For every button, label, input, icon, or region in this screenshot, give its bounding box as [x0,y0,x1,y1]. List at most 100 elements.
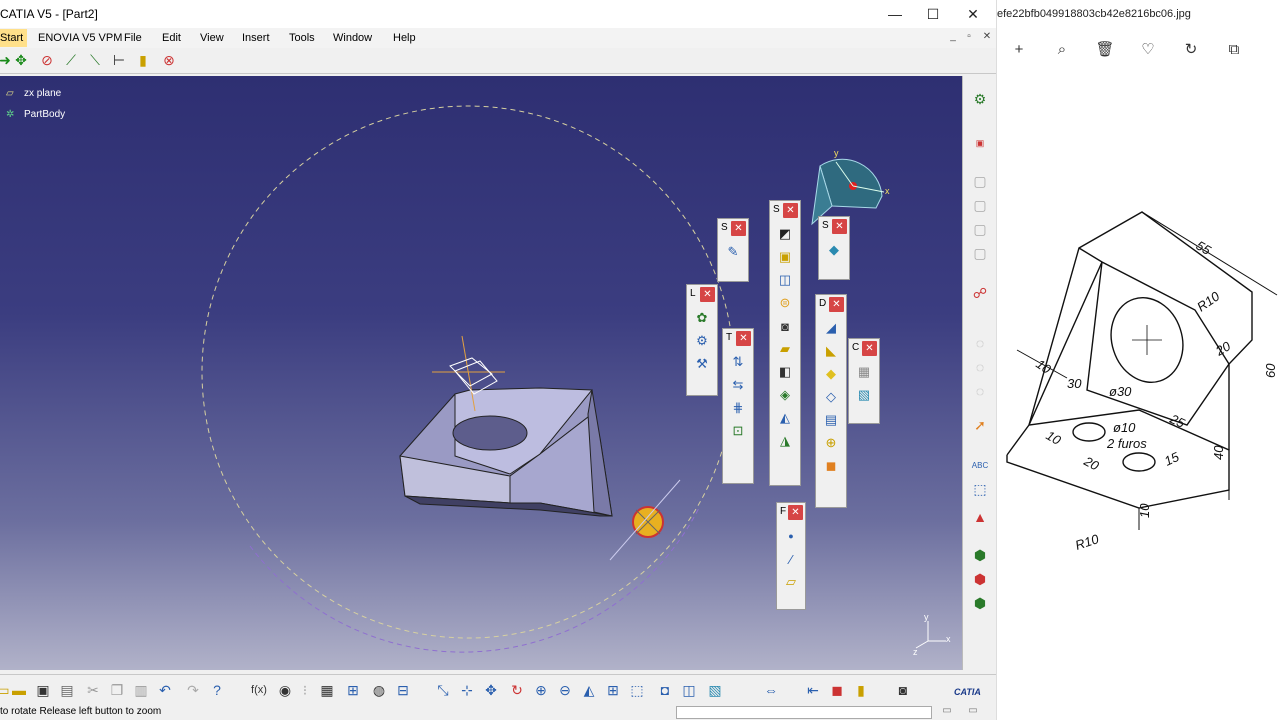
point-icon[interactable]: ● [781,526,801,546]
pan-icon[interactable]: ✥ [12,51,30,69]
analysis-2-icon[interactable]: ◌ [971,358,989,376]
material-icon[interactable]: ⬢ [971,546,989,564]
assemble-icon[interactable]: ⚙ [692,331,712,351]
draft-icon[interactable]: ◆ [821,364,841,384]
plane-tool-icon[interactable]: ▱ [781,572,801,592]
mirror-icon[interactable]: ⇆ [728,375,748,395]
stiffener-icon[interactable]: ◮ [775,431,795,451]
crop-icon[interactable]: ⧉ [1220,38,1248,62]
delete-icon[interactable]: 🗑 [1091,38,1119,62]
select-icon[interactable]: ⤡ [434,681,452,699]
measure-icon[interactable]: ⟋ [62,51,80,69]
folder-icon[interactable]: ▬ [10,681,28,699]
close-button[interactable]: ✕ [952,0,994,28]
thread-icon[interactable]: ⊕ [821,433,841,453]
fillet-icon[interactable]: ◢ [821,318,841,338]
boolean-icon[interactable]: ✿ [692,308,712,328]
3d-viewport[interactable]: ▱ zx plane ✲ PartBody y x y x z S ✕ ✎ S … [0,76,962,670]
print-icon[interactable]: ▤ [58,681,76,699]
split-icon[interactable]: ▦ [854,362,874,382]
menu-enovia[interactable]: ENOVIA V5 VPM [38,29,122,47]
redo-icon[interactable]: ↷ [184,681,202,699]
menu-insert[interactable]: Insert [242,29,270,47]
rotate-view-icon[interactable]: ↻ [508,681,526,699]
rotate-icon[interactable]: ↻ [1177,38,1205,62]
apply-material-icon[interactable]: ▮ [852,681,870,699]
swap-view-icon[interactable]: ▧ [706,681,724,699]
network-icon[interactable]: ☍ [971,284,989,302]
palette-close-button[interactable]: ✕ [788,505,803,520]
menu-help[interactable]: Help [393,29,416,47]
translate-icon[interactable]: ⇅ [728,352,748,372]
knowledge-icon[interactable]: ⁝ [296,681,314,699]
palette-close-button[interactable]: ✕ [700,287,715,302]
copy-icon[interactable]: ❐ [108,681,126,699]
groove-icon[interactable]: ⊜ [775,293,795,313]
fit-all-icon[interactable]: ⊹ [458,681,476,699]
cut-icon[interactable]: ✂ [84,681,102,699]
maximize-button[interactable]: ☐ [912,0,954,28]
normal-view-icon[interactable]: ◭ [580,681,598,699]
pan-view-icon[interactable]: ✥ [482,681,500,699]
catalog-icon[interactable]: ◍ [370,681,388,699]
pad-icon[interactable]: ◩ [775,224,795,244]
measure-item-icon[interactable]: ⇤ [804,681,822,699]
shading-icon[interactable]: ◘ [656,681,674,699]
zoom-out-icon[interactable]: ⊖ [556,681,574,699]
analysis-icon[interactable]: ◌ [971,334,989,352]
rib-icon[interactable]: ▰ [775,339,795,359]
iso-view-icon[interactable]: ⬚ [628,681,646,699]
menu-view[interactable]: View [200,29,224,47]
scale-icon[interactable]: ⊡ [728,421,748,441]
menu-edit[interactable]: Edit [162,29,181,47]
remove-loft-icon[interactable]: ◭ [775,408,795,428]
mdi-close-button[interactable]: ✕ [980,31,994,42]
text-icon[interactable]: ABC [971,456,989,474]
multi-view-icon[interactable]: ⊞ [604,681,622,699]
part-model[interactable] [399,387,613,517]
save-icon[interactable]: ▣ [34,681,52,699]
slot-icon[interactable]: ◧ [775,362,795,382]
analysis-3-icon[interactable]: ◌ [971,382,989,400]
minimize-button[interactable]: — [874,0,916,28]
hide-show-icon[interactable]: ◫ [680,681,698,699]
palette-close-button[interactable]: ✕ [783,203,798,218]
mdi-restore-button[interactable]: ▫ [962,31,976,42]
remove-face-icon[interactable]: ◼ [821,456,841,476]
favorite-icon[interactable]: ♡ [1134,38,1162,62]
param-icon[interactable]: ⊟ [394,681,412,699]
palette-close-button[interactable]: ✕ [829,297,844,312]
tree-icon[interactable]: ⊞ [344,681,362,699]
material-2-icon[interactable]: ⬢ [971,570,989,588]
sketch-tool-icon[interactable]: ▢ [971,172,989,190]
sew-icon[interactable]: ▧ [854,385,874,405]
dimension-icon[interactable]: ⊢ [110,51,128,69]
menu-file[interactable]: File [124,29,142,47]
status-icon[interactable]: ▭ [940,703,954,717]
angle-icon[interactable]: ⟍ [86,51,104,69]
pcs-icon[interactable]: ▣ [971,134,989,152]
zoom-icon[interactable]: ⌕ [1048,38,1076,62]
chamfer-icon[interactable]: ◣ [821,341,841,361]
sketch-tool-4-icon[interactable]: ▢ [971,244,989,262]
comment-icon[interactable]: ◉ [276,681,294,699]
undo-icon[interactable]: ↶ [156,681,174,699]
view-compass[interactable]: y x [811,148,890,226]
help-icon[interactable]: ? [208,681,226,699]
menu-window[interactable]: Window [333,29,372,47]
material-3-icon[interactable]: ⬢ [971,594,989,612]
shaft-icon[interactable]: ◫ [775,270,795,290]
camera-icon[interactable]: ◙ [894,681,912,699]
palette-close-button[interactable]: ✕ [736,331,751,346]
sketch-tool-3-icon[interactable]: ▢ [971,220,989,238]
sketch-icon[interactable]: ✎ [723,242,743,262]
formula-icon[interactable]: f(x) [250,681,268,699]
palette-close-button[interactable]: ✕ [731,221,746,236]
constraint-icon[interactable]: ⊘ [38,51,56,69]
render-icon[interactable]: ▲ [971,508,989,526]
paste-icon[interactable]: ▥ [132,681,150,699]
menu-tools[interactable]: Tools [289,29,315,47]
palette-close-button[interactable]: ✕ [862,341,877,356]
palette-close-button[interactable]: ✕ [832,219,847,234]
annotation-icon[interactable]: ⬚ [971,480,989,498]
